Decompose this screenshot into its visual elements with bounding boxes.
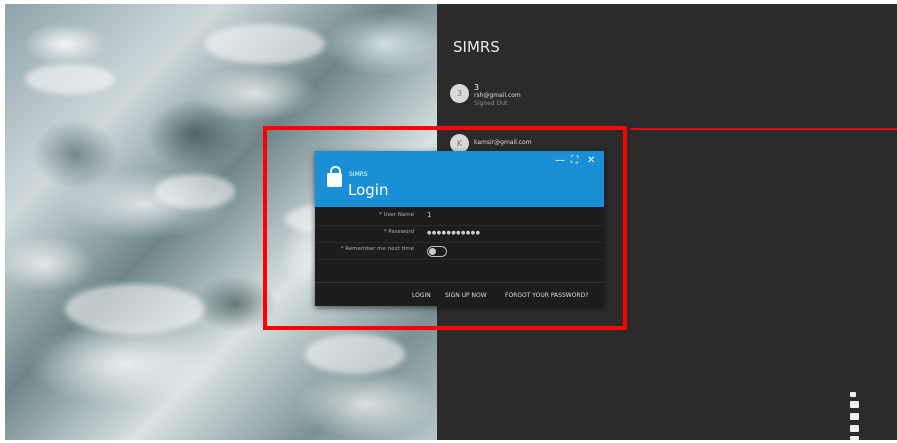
highlight-box [263,126,627,330]
camera-icon[interactable] [850,401,859,408]
app-title: SIMRS [453,38,500,56]
tray-icon[interactable] [850,392,856,397]
avatar: 3 [450,84,469,103]
highlight-line [630,128,897,130]
tray-icon[interactable] [850,436,859,440]
account-name: 3 [474,83,480,92]
account-item[interactable]: 3 3 rsh@gmail.com Signed Out [450,84,521,108]
account-status: Signed Out [474,100,508,107]
account-email: rsh@gmail.com [474,92,521,99]
document-icon[interactable] [850,425,859,432]
screen: SIMRS 3 3 rsh@gmail.com Signed Out K kam… [0,0,897,443]
chat-icon[interactable] [850,413,859,420]
